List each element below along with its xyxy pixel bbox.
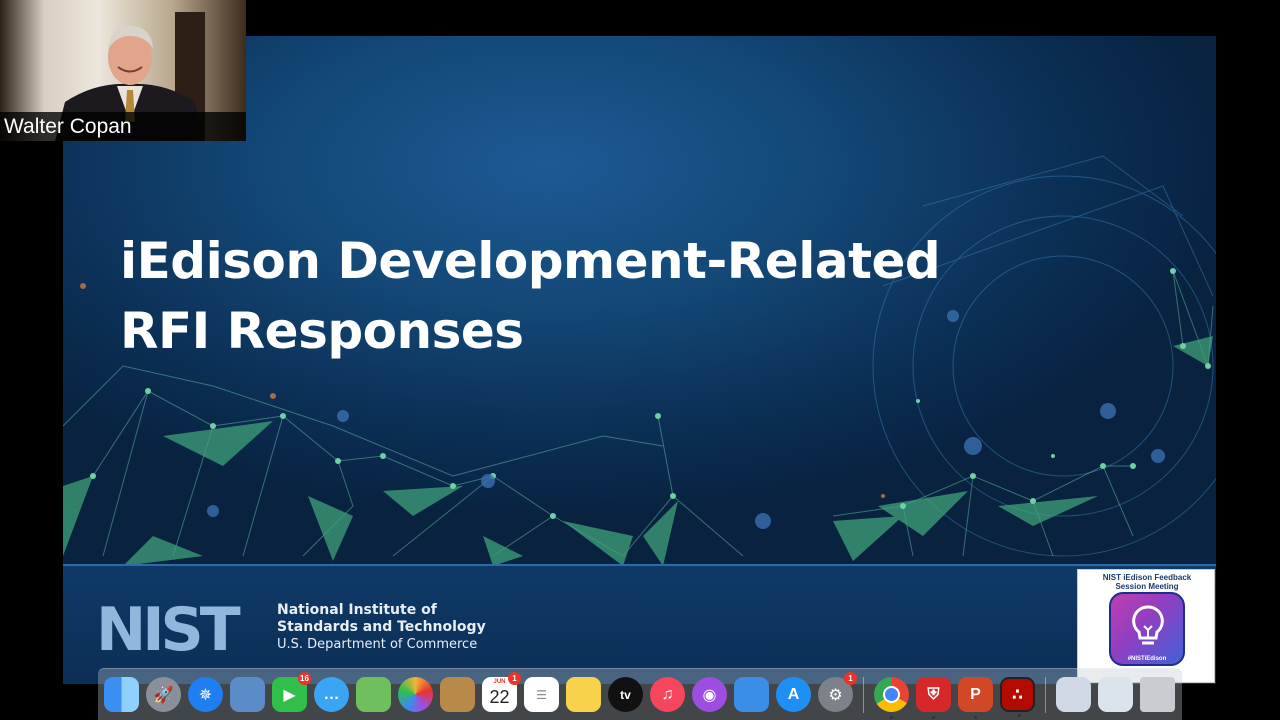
- system-preferences-notification-badge: 1: [844, 672, 857, 685]
- slide-title-line-1: iEdison Development-Related: [120, 232, 941, 290]
- running-indicator: [1018, 714, 1021, 717]
- svg-text:NIST: NIST: [96, 602, 241, 654]
- notes-icon[interactable]: [566, 677, 601, 712]
- participant-video-tile[interactable]: Walter Copan: [0, 0, 246, 141]
- launchpad-icon[interactable]: 🚀: [146, 677, 181, 712]
- org-department: U.S. Department of Commerce: [277, 637, 478, 652]
- trash-icon[interactable]: [1140, 677, 1175, 712]
- podcasts-icon[interactable]: ◉: [692, 677, 727, 712]
- running-indicator: [890, 716, 893, 719]
- maps-icon[interactable]: [356, 677, 391, 712]
- facetime-notification-badge: 16: [298, 672, 311, 685]
- keynote-icon[interactable]: [734, 677, 769, 712]
- slide-footer: NIST National Institute of Standards and…: [63, 564, 1216, 684]
- finder-icon[interactable]: [104, 677, 139, 712]
- slide-title-line-2: RFI Responses: [120, 302, 524, 360]
- facetime-icon[interactable]: ▶ 16: [272, 672, 311, 712]
- chrome-icon[interactable]: [874, 677, 909, 719]
- apple-tv-label: tv: [620, 687, 631, 702]
- participant-name-label: Walter Copan: [0, 112, 246, 141]
- powerpoint-icon[interactable]: P: [958, 677, 993, 719]
- calendar-notification-badge: 1: [508, 672, 521, 685]
- powerpoint-label: P: [970, 685, 981, 703]
- app-store-icon[interactable]: A: [776, 677, 811, 712]
- acrobat-icon[interactable]: ∴: [1000, 677, 1035, 717]
- meeting-badge-title-line-2: Session Meeting: [1115, 582, 1179, 591]
- slide-title: iEdison Development-Related RFI Response…: [120, 226, 941, 366]
- photos-icon[interactable]: [398, 677, 433, 712]
- meeting-badge-title: NIST iEdison Feedback Session Meeting: [1078, 573, 1216, 591]
- meeting-badge: NIST iEdison Feedback Session Meeting #N…: [1077, 569, 1215, 683]
- org-name-line-1: National Institute of: [277, 602, 437, 618]
- dock-separator: [1045, 676, 1046, 713]
- notes-brown-icon[interactable]: [440, 677, 475, 712]
- nist-logo: NIST: [96, 602, 245, 654]
- apple-tv-icon[interactable]: tv: [608, 677, 643, 712]
- calendar-icon[interactable]: JUN 22 1: [482, 672, 521, 712]
- downloads-icon[interactable]: [1056, 677, 1091, 712]
- running-indicator: [932, 716, 935, 719]
- calendar-day: 22: [489, 687, 510, 707]
- messages-icon[interactable]: …: [314, 677, 349, 712]
- folder-stack-icon[interactable]: [1098, 677, 1133, 712]
- nist-wordmark: National Institute of Standards and Tech…: [277, 602, 486, 653]
- music-icon[interactable]: ♫: [650, 677, 685, 712]
- system-preferences-icon[interactable]: ⚙ 1: [818, 672, 857, 712]
- dock-separator: [863, 676, 864, 713]
- macos-dock: 🚀 ✵ ▶ 16 … JUN 22 1 ☰ tv ♫ ◉ A ⚙ 1 ⛨ P ∴: [98, 668, 1182, 720]
- org-name-line-2: Standards and Technology: [277, 619, 486, 635]
- safari-icon[interactable]: ✵: [188, 677, 223, 712]
- meeting-badge-title-line-1: NIST iEdison Feedback: [1102, 573, 1192, 582]
- meeting-hashtag: #NISTiEdison: [1127, 656, 1167, 662]
- reminders-icon[interactable]: ☰: [524, 677, 559, 712]
- running-indicator: [974, 716, 977, 719]
- lightbulb-icon: #NISTiEdison: [1109, 592, 1185, 666]
- preview-icon[interactable]: [230, 677, 265, 712]
- security-app-icon[interactable]: ⛨: [916, 677, 951, 719]
